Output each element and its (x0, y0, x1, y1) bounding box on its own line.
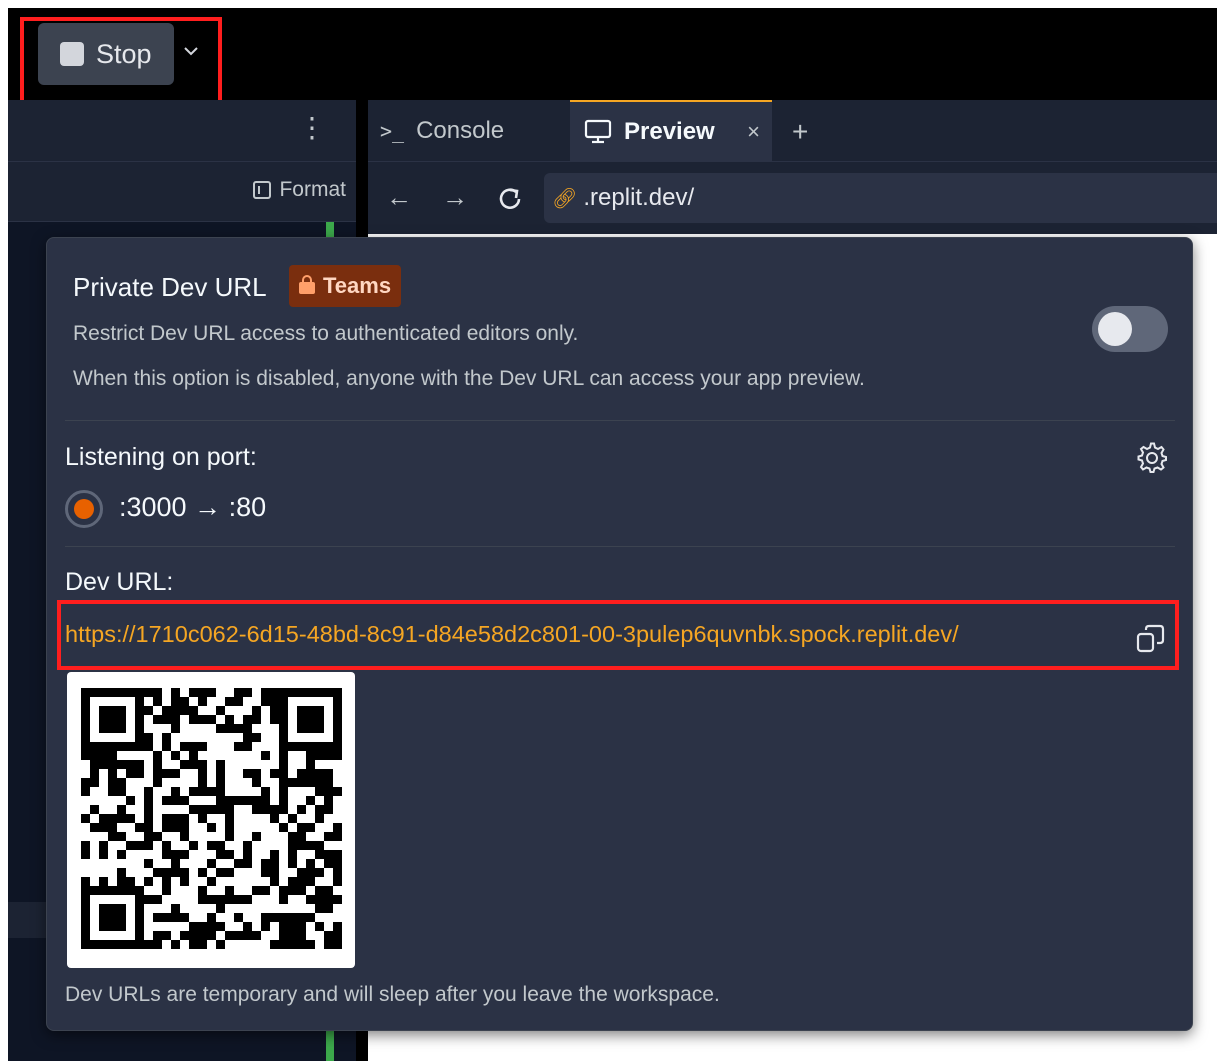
divider (65, 546, 1175, 547)
gear-icon[interactable] (1135, 441, 1169, 475)
qr-code (67, 672, 355, 968)
toggle-knob (1098, 312, 1132, 346)
back-arrow-icon[interactable]: ← (386, 182, 412, 213)
stop-icon (60, 42, 84, 66)
editor-subheader: Format (8, 162, 356, 222)
refresh-icon[interactable] (495, 184, 525, 214)
popover-title: Private Dev URL (73, 272, 267, 302)
private-url-description: Restrict Dev URL access to authenticated… (73, 322, 579, 345)
browser-bar: ← → 🔗︎ .replit.dev/ (368, 162, 1217, 234)
more-options-icon[interactable]: ⋮ (298, 114, 326, 142)
tab-console[interactable]: >_ Console (380, 100, 504, 162)
tab-console-label: Console (416, 117, 505, 144)
url-text: .replit.dev/ (583, 184, 695, 211)
port-radio[interactable] (65, 490, 103, 528)
url-input[interactable]: 🔗︎ .replit.dev/ (544, 173, 1217, 223)
stop-label: Stop (96, 38, 152, 69)
popover-footer: Dev URLs are temporary and will sleep af… (65, 983, 720, 1006)
qr-code-image (81, 688, 342, 949)
stop-button[interactable]: Stop (38, 23, 174, 85)
tab-preview[interactable]: Preview × (570, 100, 772, 162)
editor-header: ⋮ (8, 100, 356, 162)
dev-url-link[interactable]: https://1710c062-6d15-48bd-8c91-d84e58d2… (65, 621, 959, 648)
port-radio-dot (74, 499, 94, 519)
divider (65, 420, 1175, 421)
port-mapping: :3000 → :80 (119, 492, 267, 522)
git-change-marker (326, 1030, 334, 1061)
monitor-icon (584, 119, 612, 144)
close-icon[interactable]: × (747, 119, 760, 145)
teams-badge-label: Teams (323, 273, 392, 298)
dev-url-label: Dev URL: (65, 568, 174, 596)
dev-url-popover: Private Dev URL Teams Restrict Dev URL a… (46, 237, 1193, 1031)
link-icon: 🔗︎ (552, 187, 578, 210)
chevron-down-icon[interactable] (180, 40, 202, 62)
top-toolbar: Stop (8, 8, 1217, 100)
format-label: Format (279, 178, 346, 201)
console-icon: >_ (380, 119, 405, 143)
git-change-marker (326, 222, 334, 238)
teams-badge: Teams (289, 265, 402, 307)
private-url-toggle[interactable] (1092, 306, 1168, 352)
private-url-note: When this option is disabled, anyone wit… (73, 367, 865, 390)
port-label: Listening on port: (65, 443, 257, 471)
lock-icon (299, 275, 315, 294)
format-icon (253, 181, 272, 199)
add-tab-icon[interactable]: + (792, 116, 808, 148)
copy-icon[interactable] (1135, 623, 1167, 655)
format-button[interactable]: Format (253, 178, 346, 202)
tab-preview-label: Preview (624, 118, 715, 145)
tab-bar: >_ Console Preview × + (368, 100, 1217, 162)
forward-arrow-icon[interactable]: → (442, 182, 468, 213)
